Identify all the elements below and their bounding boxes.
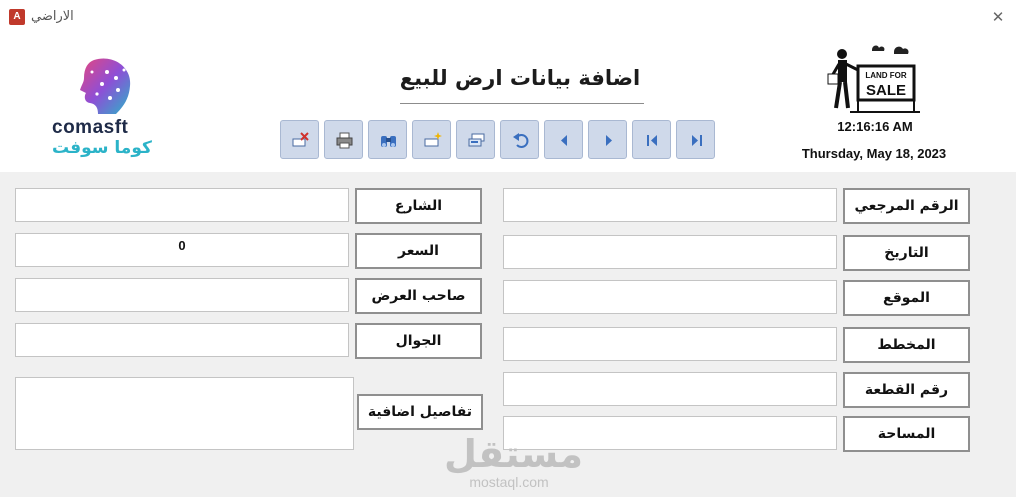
form-header: comasft كوما سوفت اضافة بيانات ارض للبيع: [0, 34, 1016, 172]
previous-record-button[interactable]: [544, 120, 583, 159]
printer-icon: [336, 132, 353, 149]
owner-input[interactable]: [15, 278, 349, 312]
plan-label: المخطط: [843, 327, 970, 363]
date-input[interactable]: [503, 235, 837, 269]
sign-text-line2: SALE: [866, 82, 906, 99]
window-title: الاراضي: [31, 9, 74, 24]
date-label: التاريخ: [843, 235, 970, 271]
undo-button[interactable]: [500, 120, 539, 159]
title-underline: [400, 103, 644, 104]
triangle-left-icon: [561, 135, 567, 146]
first-record-icon: [647, 135, 657, 146]
details-textarea[interactable]: [15, 377, 354, 450]
land-for-sale-icon: LAND FOR SALE: [827, 45, 920, 113]
street-label: الشارع: [355, 188, 482, 224]
access-app-icon: A: [9, 9, 25, 25]
street-input[interactable]: [15, 188, 349, 222]
price-label: السعر: [355, 233, 482, 269]
details-label: تفاصيل اضافية: [357, 394, 483, 430]
window-title-bar: A الاراضي ✕: [0, 0, 1016, 34]
save-button[interactable]: [456, 120, 495, 159]
new-record-icon: [424, 132, 442, 147]
reference-label: الرقم المرجعي: [843, 188, 970, 224]
plot-number-label: رقم القطعة: [843, 372, 970, 408]
save-icon: [468, 133, 485, 147]
find-button[interactable]: [368, 120, 407, 159]
last-record-button[interactable]: [676, 120, 715, 159]
logo-brand-en: comasft: [52, 117, 129, 138]
clock-time: 12:16:16 AM: [837, 119, 913, 134]
watermark-ar: مستقل: [444, 432, 583, 476]
price-input[interactable]: 0: [15, 233, 349, 267]
print-button[interactable]: [324, 120, 363, 159]
navigation-toolbar: [280, 120, 720, 160]
area-label: المساحة: [843, 416, 970, 452]
new-record-button[interactable]: [412, 120, 451, 159]
plot-number-input[interactable]: [503, 372, 837, 406]
location-input[interactable]: [503, 280, 837, 314]
next-record-button[interactable]: [588, 120, 627, 159]
form-body: الرقم المرجعي التاريخ الموقع المخطط رقم …: [0, 172, 1016, 497]
first-record-button[interactable]: [632, 120, 671, 159]
owner-label: صاحب العرض: [355, 278, 482, 314]
watermark-en: mostaql.com: [469, 474, 549, 490]
last-record-icon: [692, 135, 702, 146]
plan-input[interactable]: [503, 327, 837, 361]
location-label: الموقع: [843, 280, 970, 316]
binoculars-icon: [381, 136, 396, 147]
logo-head-icon: [80, 58, 131, 114]
sign-text-line1: LAND FOR: [865, 71, 907, 80]
form-title: اضافة بيانات ارض للبيع: [399, 66, 641, 90]
delete-icon: [292, 132, 309, 147]
triangle-right-icon: [606, 135, 612, 146]
close-icon[interactable]: ✕: [986, 6, 1010, 28]
reference-input[interactable]: [503, 188, 837, 222]
delete-record-button[interactable]: [280, 120, 319, 159]
undo-icon: [513, 133, 529, 148]
mobile-input[interactable]: [15, 323, 349, 357]
logo-brand-ar: كوما سوفت: [52, 138, 152, 158]
clock-date: Thursday, May 18, 2023: [801, 146, 947, 161]
watermark: مستقل mostaql.com: [444, 432, 583, 490]
mobile-label: الجوال: [355, 323, 482, 359]
